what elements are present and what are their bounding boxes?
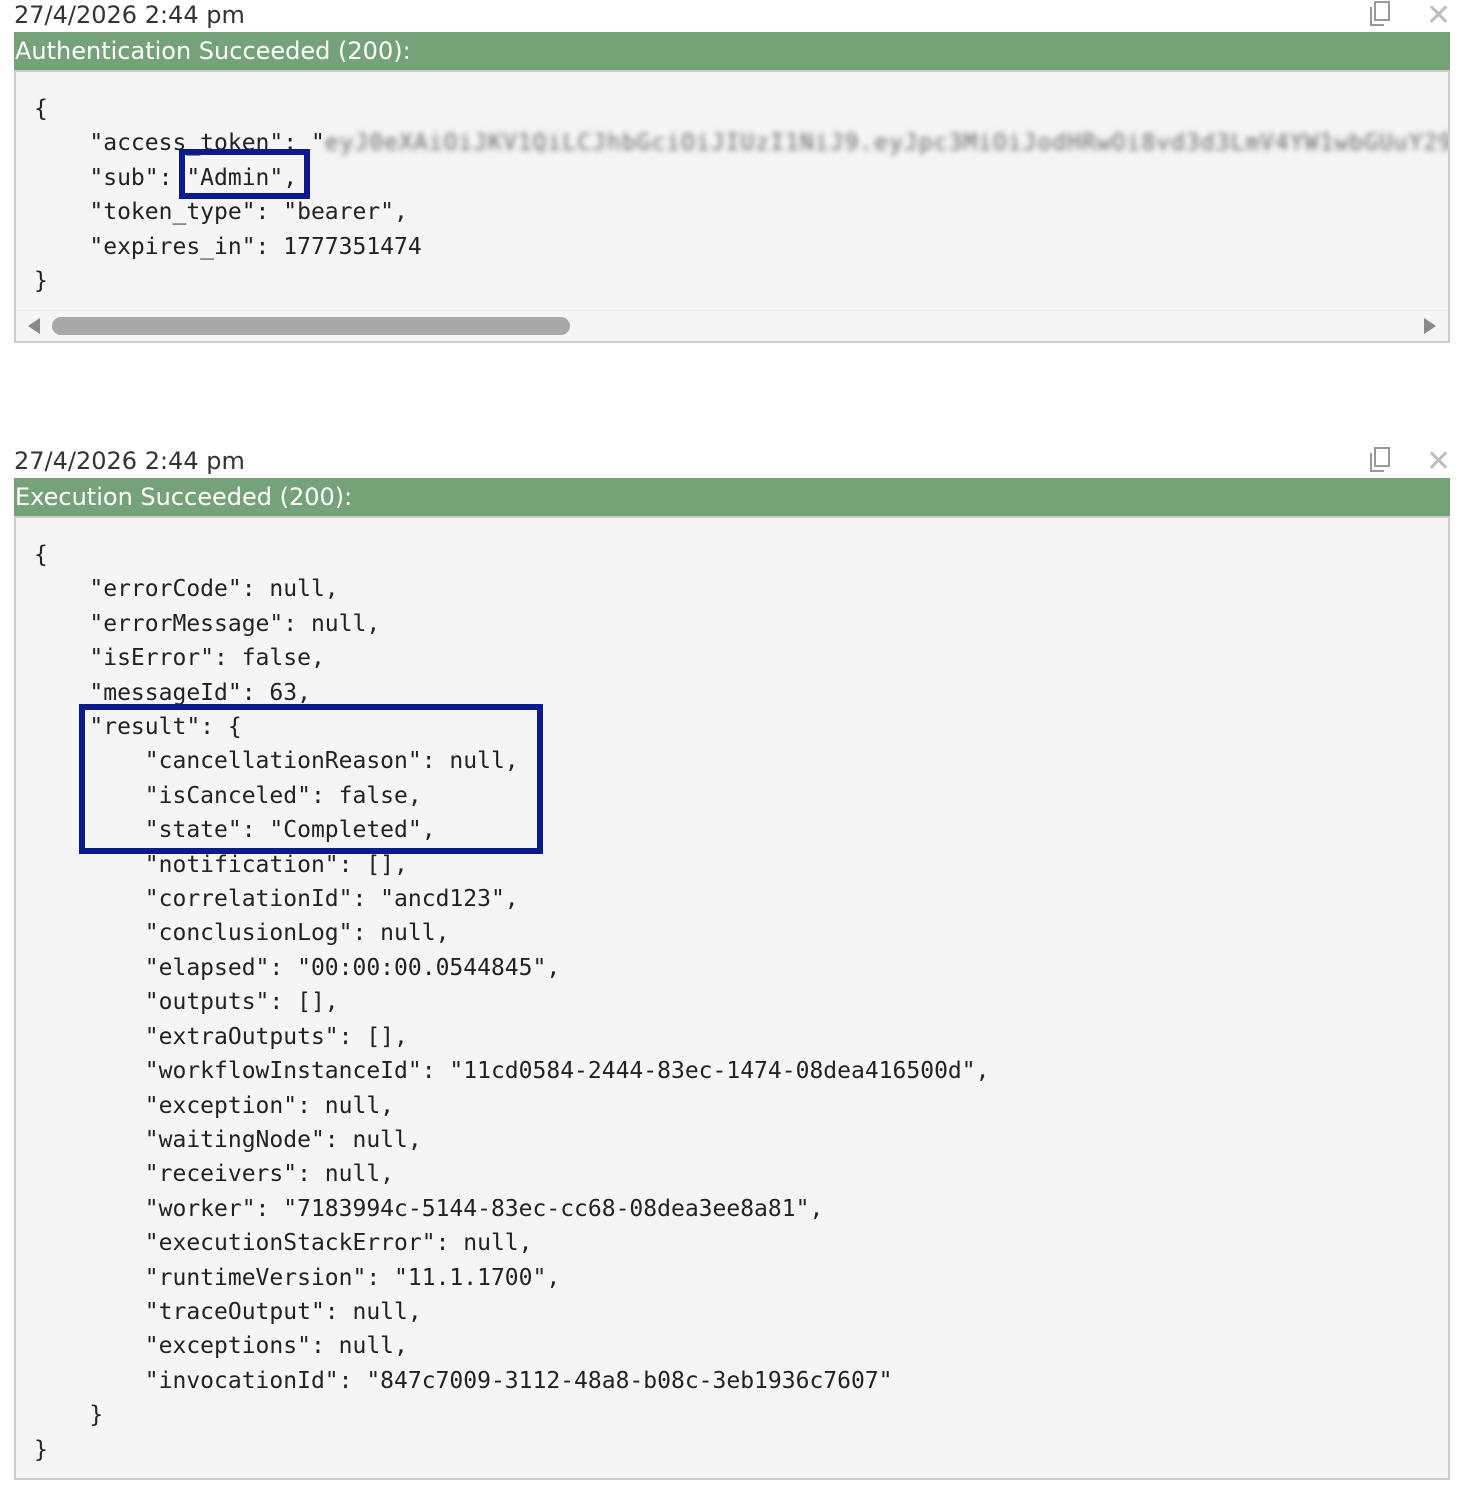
json-line: "invocationId": "847c7009-3112-48a8-b08c… — [34, 1367, 893, 1394]
json-line: "isError": false, — [34, 645, 325, 672]
json-line: "conclusionLog": null, — [34, 920, 450, 947]
highlight-sub-box — [179, 149, 310, 199]
close-icon[interactable]: ✕ — [1426, 1, 1451, 31]
scroll-thumb[interactable] — [52, 317, 570, 335]
execution-response-panel: 27/4/2026 2:44 pm ✕ Execution Succeeded … — [14, 446, 1451, 1481]
highlight-result-box — [79, 704, 543, 854]
auth-response-panel: 27/4/2026 2:44 pm ✕ Authentication Succe… — [14, 0, 1451, 345]
close-icon[interactable]: ✕ — [1426, 447, 1451, 477]
json-line: "receivers": null, — [34, 1161, 395, 1188]
scroll-right-arrow-icon[interactable] — [1424, 318, 1436, 334]
auth-timestamp: 27/4/2026 2:44 pm — [14, 1, 245, 29]
json-line: "outputs": [], — [34, 989, 339, 1016]
json-line: "exceptions": null, — [34, 1333, 408, 1360]
json-line: "traceOutput": null, — [34, 1298, 422, 1325]
json-line: "runtimeVersion": "11.1.1700", — [34, 1264, 561, 1291]
execution-json-box: { "errorCode": null, "errorMessage": nul… — [14, 516, 1450, 1480]
json-line: } — [34, 1402, 104, 1429]
auth-json-box: { "access_token": "eyJ0eXAiOiJKV1QiLCJhb… — [14, 70, 1450, 343]
execution-json-content: { "errorCode": null, "errorMessage": nul… — [34, 538, 989, 1467]
copy-icon[interactable] — [1366, 446, 1394, 474]
json-line: } — [34, 1436, 48, 1463]
json-line: "worker": "7183994c-5144-83ec-cc68-08dea… — [34, 1195, 824, 1222]
json-line: "errorMessage": null, — [34, 610, 381, 637]
json-line: { — [34, 542, 48, 568]
execution-timestamp: 27/4/2026 2:44 pm — [14, 447, 245, 475]
execution-status-bar: Execution Succeeded (200): — [14, 478, 1450, 516]
json-line: { — [34, 96, 48, 122]
json-line: "errorCode": null, — [34, 576, 339, 603]
json-line: "expires_in": 1777351474 — [34, 233, 422, 260]
json-line: "executionStackError": null, — [34, 1230, 533, 1257]
json-line: "workflowInstanceId": "11cd0584-2444-83e… — [34, 1058, 990, 1085]
horizontal-scrollbar[interactable] — [16, 310, 1448, 341]
scroll-left-arrow-icon[interactable] — [28, 318, 40, 334]
json-line: "notification": [], — [34, 851, 408, 878]
json-line: "messageId": 63, — [34, 679, 311, 706]
json-line: "exception": null, — [34, 1092, 395, 1119]
json-line: } — [34, 268, 48, 295]
json-line: "elapsed": "00:00:00.0544845", — [34, 954, 561, 981]
json-line: "extraOutputs": [], — [34, 1023, 408, 1050]
copy-icon[interactable] — [1366, 0, 1394, 28]
auth-status-bar: Authentication Succeeded (200): — [14, 32, 1450, 70]
json-line: "waitingNode": null, — [34, 1126, 422, 1153]
json-line: "correlationId": "ancd123", — [34, 886, 519, 913]
json-line: "token_type": "bearer", — [34, 199, 408, 226]
access-token-value: eyJ0eXAiOiJKV1QiLCJhbGciOiJIUzI1NiJ9.eyJ… — [324, 130, 1448, 157]
